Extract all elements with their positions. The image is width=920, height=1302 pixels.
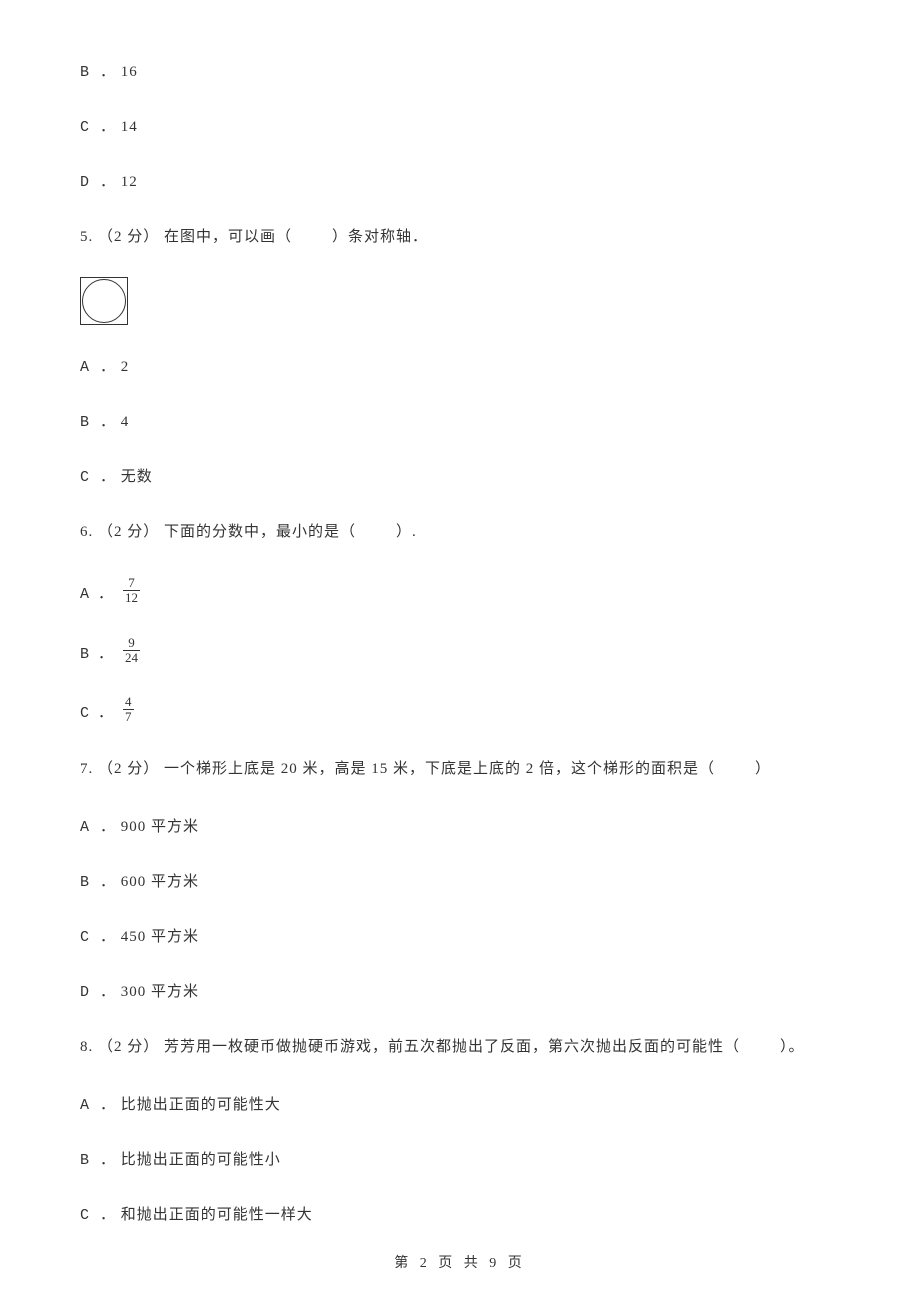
question-points: （2 分） bbox=[98, 524, 159, 540]
question-text-after: ）条对称轴． bbox=[332, 229, 428, 245]
q7-option-c: C ． 450 平方米 bbox=[80, 925, 840, 946]
question-text-after: ）. bbox=[396, 524, 417, 540]
page-footer: 第 2 页 共 9 页 bbox=[0, 1252, 920, 1272]
option-text: 600 平方米 bbox=[121, 874, 199, 890]
q8-option-a: A ． 比抛出正面的可能性大 bbox=[80, 1093, 840, 1114]
option-label: C ． bbox=[80, 469, 116, 486]
fraction: 9 24 bbox=[123, 636, 140, 666]
q4-option-b: B ． 16 bbox=[80, 60, 840, 81]
q4-option-d: D ． 12 bbox=[80, 170, 840, 191]
option-label: D ． bbox=[80, 984, 116, 1001]
q8-stem: 8. （2 分） 芳芳用一枚硬币做抛硬币游戏，前五次都抛出了反面，第六次抛出反面… bbox=[80, 1035, 840, 1059]
option-text: 和抛出正面的可能性一样大 bbox=[121, 1207, 313, 1223]
option-text: 900 平方米 bbox=[121, 819, 199, 835]
option-text: 无数 bbox=[121, 469, 153, 485]
fraction-denominator: 12 bbox=[123, 590, 140, 605]
q6-stem: 6. （2 分） 下面的分数中，最小的是（ ）. bbox=[80, 520, 840, 544]
option-text: 300 平方米 bbox=[121, 984, 199, 1000]
option-text: 12 bbox=[121, 174, 138, 190]
q7-stem: 7. （2 分） 一个梯形上底是 20 米，高是 15 米，下底是上底的 2 倍… bbox=[80, 757, 840, 781]
question-text-after: ）。 bbox=[780, 1039, 805, 1055]
q8-option-b: B ． 比抛出正面的可能性小 bbox=[80, 1148, 840, 1169]
question-text-before: 在图中，可以画（ bbox=[164, 229, 292, 245]
fraction-numerator: 9 bbox=[123, 636, 140, 650]
q7-option-b: B ． 600 平方米 bbox=[80, 870, 840, 891]
option-label: B ． bbox=[80, 414, 116, 431]
q7-option-a: A ． 900 平方米 bbox=[80, 815, 840, 836]
option-text: 16 bbox=[121, 64, 138, 80]
fraction: 4 7 bbox=[123, 695, 134, 725]
option-label: D ． bbox=[80, 174, 116, 191]
question-number: 7. bbox=[80, 761, 93, 777]
option-text: 450 平方米 bbox=[121, 929, 199, 945]
option-text: 比抛出正面的可能性大 bbox=[121, 1097, 281, 1113]
question-number: 5. bbox=[80, 229, 93, 245]
question-text-before: 下面的分数中，最小的是（ bbox=[164, 524, 356, 540]
option-text: 2 bbox=[121, 359, 130, 375]
question-points: （2 分） bbox=[98, 229, 159, 245]
question-text-before: 一个梯形上底是 20 米，高是 15 米，下底是上底的 2 倍，这个梯形的面积是… bbox=[164, 761, 715, 777]
option-label: B ． bbox=[80, 1152, 116, 1169]
q6-option-a: A ． 7 12 bbox=[80, 578, 840, 608]
fraction-numerator: 7 bbox=[123, 576, 140, 590]
fraction: 7 12 bbox=[123, 576, 140, 606]
option-label: C ． bbox=[80, 119, 116, 136]
question-text-after: ） bbox=[755, 761, 771, 777]
option-label: B ． bbox=[80, 642, 113, 663]
q5-option-a: A ． 2 bbox=[80, 355, 840, 376]
q5-option-c: C ． 无数 bbox=[80, 465, 840, 486]
circle-icon bbox=[82, 279, 126, 323]
option-label: C ． bbox=[80, 1207, 116, 1224]
question-number: 8. bbox=[80, 1039, 93, 1055]
fraction-denominator: 24 bbox=[123, 650, 140, 665]
option-label: A ． bbox=[80, 582, 113, 603]
option-label: B ． bbox=[80, 874, 116, 891]
option-text: 比抛出正面的可能性小 bbox=[121, 1152, 281, 1168]
q7-option-d: D ． 300 平方米 bbox=[80, 980, 840, 1001]
option-text: 4 bbox=[121, 414, 130, 430]
fraction-denominator: 7 bbox=[123, 709, 134, 724]
q8-option-c: C ． 和抛出正面的可能性一样大 bbox=[80, 1203, 840, 1224]
option-label: A ． bbox=[80, 359, 116, 376]
fraction-numerator: 4 bbox=[123, 695, 134, 709]
q6-option-b: B ． 9 24 bbox=[80, 638, 840, 668]
question-points: （2 分） bbox=[98, 761, 159, 777]
q5-stem: 5. （2 分） 在图中，可以画（ ）条对称轴． bbox=[80, 225, 840, 249]
q4-option-c: C ． 14 bbox=[80, 115, 840, 136]
q5-option-b: B ． 4 bbox=[80, 410, 840, 431]
option-label: A ． bbox=[80, 819, 116, 836]
question-points: （2 分） bbox=[98, 1039, 159, 1055]
q6-option-c: C ． 4 7 bbox=[80, 697, 840, 727]
option-label: C ． bbox=[80, 929, 116, 946]
option-label: C ． bbox=[80, 701, 113, 722]
option-label: A ． bbox=[80, 1097, 116, 1114]
question-number: 6. bbox=[80, 524, 93, 540]
question-text-before: 芳芳用一枚硬币做抛硬币游戏，前五次都抛出了反面，第六次抛出反面的可能性（ bbox=[164, 1039, 740, 1055]
option-text: 14 bbox=[121, 119, 138, 135]
option-label: B ． bbox=[80, 64, 116, 81]
q5-figure-square-circle bbox=[80, 277, 128, 325]
